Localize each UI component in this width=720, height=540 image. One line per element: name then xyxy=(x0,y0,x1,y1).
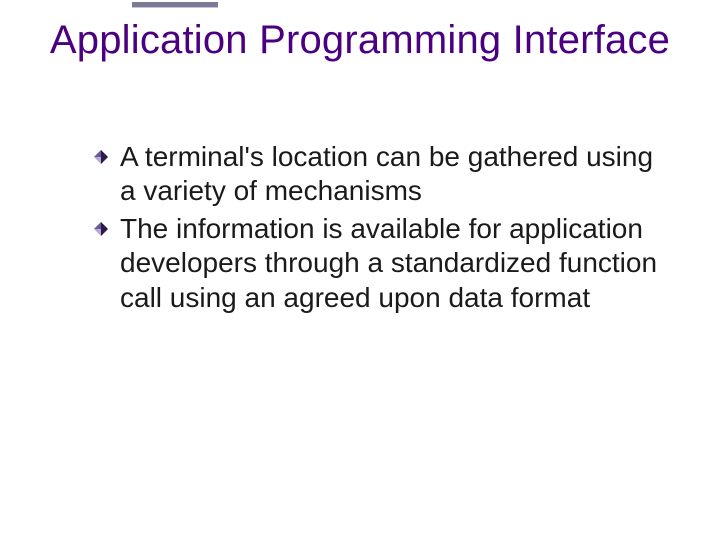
list-item: The information is available for applica… xyxy=(94,212,660,314)
top-accent-bar xyxy=(132,2,218,8)
slide: Application Programming Interface A term… xyxy=(0,0,720,540)
slide-title: Application Programming Interface xyxy=(0,18,720,63)
bullet-text: The information is available for applica… xyxy=(120,213,657,312)
bullet-text: A terminal's location can be gathered us… xyxy=(120,141,653,206)
list-item: A terminal's location can be gathered us… xyxy=(94,140,660,208)
slide-body: A terminal's location can be gathered us… xyxy=(94,140,660,319)
diamond-bullet-icon xyxy=(94,150,108,164)
diamond-bullet-icon xyxy=(94,222,108,236)
